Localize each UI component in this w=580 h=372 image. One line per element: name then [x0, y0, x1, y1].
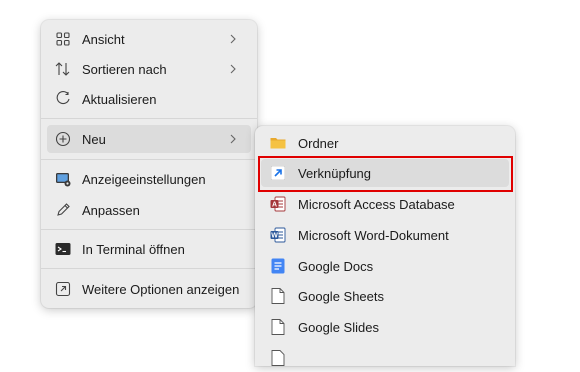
new-submenu: Ordner Verknüpfung A Microsoft Access Da… — [255, 126, 515, 366]
menu-item-anpassen[interactable]: Anpassen — [47, 196, 251, 224]
folder-icon — [270, 135, 286, 151]
chevron-right-icon — [225, 64, 241, 74]
refresh-icon — [55, 91, 71, 107]
menu-item-in-terminal-oeffnen[interactable]: In Terminal öffnen — [47, 235, 251, 263]
menu-item-aktualisieren[interactable]: Aktualisieren — [47, 85, 251, 113]
google-docs-icon — [270, 258, 286, 274]
word-document-icon: W — [270, 227, 286, 243]
menu-item-label: Microsoft Word-Dokument — [298, 227, 449, 243]
menu-item-label: Verknüpfung — [298, 165, 372, 181]
access-database-icon: A — [270, 196, 286, 212]
menu-item-weitere-optionen[interactable]: Weitere Optionen anzeigen — [47, 275, 251, 303]
menu-separator — [41, 268, 257, 269]
menu-item-label: Microsoft Access Database — [298, 196, 455, 212]
menu-item-label: Ordner — [298, 135, 339, 151]
menu-item-label: Sortieren nach — [82, 61, 167, 77]
submenu-item-verknuepfung[interactable]: Verknüpfung — [261, 159, 509, 187]
expand-options-icon — [55, 281, 71, 297]
submenu-item-google-docs[interactable]: Google Docs — [261, 252, 509, 280]
context-menu: Ansicht Sortieren nach Aktualisieren Neu — [41, 20, 257, 308]
menu-item-label: Google Docs — [298, 258, 374, 274]
menu-item-sortieren-nach[interactable]: Sortieren nach — [47, 55, 251, 83]
submenu-item-word-dokument[interactable]: W Microsoft Word-Dokument — [261, 221, 509, 249]
menu-item-label: Ansicht — [82, 31, 125, 47]
menu-separator — [41, 159, 257, 160]
chevron-right-icon — [225, 134, 241, 144]
terminal-icon — [55, 241, 71, 257]
submenu-item-access-database[interactable]: A Microsoft Access Database — [261, 190, 509, 218]
pen-icon — [55, 202, 71, 218]
menu-item-label: Weitere Optionen anzeigen — [82, 281, 240, 297]
menu-item-neu[interactable]: Neu — [47, 125, 251, 153]
menu-item-label: In Terminal öffnen — [82, 241, 185, 257]
chevron-right-icon — [225, 34, 241, 44]
menu-item-label: Neu — [82, 131, 106, 147]
menu-item-anzeigeeinstellungen[interactable]: Anzeigeeinstellungen — [47, 165, 251, 193]
plus-circle-icon — [55, 131, 71, 147]
submenu-item-ordner[interactable]: Ordner — [261, 129, 509, 157]
blank-file-icon — [270, 350, 286, 366]
blank-file-icon — [270, 319, 286, 335]
menu-item-label: Aktualisieren — [82, 91, 157, 107]
svg-text:A: A — [272, 202, 277, 209]
menu-item-label: Google Slides — [298, 319, 379, 335]
shortcut-icon — [270, 165, 286, 181]
sort-icon — [55, 61, 71, 77]
menu-item-label: Google Sheets — [298, 288, 385, 304]
menu-item-ansicht[interactable]: Ansicht — [47, 25, 251, 53]
display-settings-icon — [55, 171, 71, 187]
submenu-item-google-sheets[interactable]: Google Sheets — [261, 282, 509, 310]
menu-item-label: Anpassen — [82, 202, 140, 218]
grid-view-icon — [55, 31, 71, 47]
menu-separator — [41, 118, 257, 119]
blank-file-icon — [270, 288, 286, 304]
menu-item-label: Anzeigeeinstellungen — [82, 171, 206, 187]
submenu-item-google-slides[interactable]: Google Slides — [261, 313, 509, 341]
menu-separator — [41, 229, 257, 230]
svg-text:W: W — [271, 233, 278, 240]
submenu-item-partial[interactable] — [261, 344, 509, 372]
